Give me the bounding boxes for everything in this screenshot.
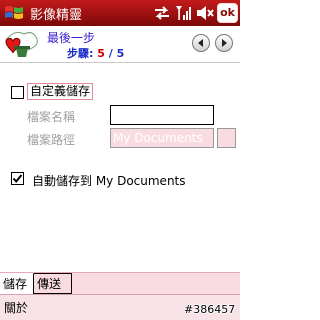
step-separator: / [108,47,113,60]
signal-strength-icon[interactable] [174,4,192,22]
step-label: 步驟: [67,47,94,60]
step-total: 5 [116,47,125,60]
app-title: 影像精靈 [30,8,83,23]
wizard-title: 最後一步 [47,31,96,45]
filepath-input[interactable]: My Documents [110,128,214,148]
filename-label: 檔案名稱 [27,110,76,124]
filename-input[interactable] [110,105,214,125]
checkmark-icon [12,174,23,184]
about-menu-button[interactable]: 關於 [4,299,28,316]
auto-save-checkbox[interactable] [11,172,24,185]
browse-folder-button[interactable] [217,128,236,148]
tab-transfer[interactable]: 傳送 [34,273,72,294]
chevron-left-icon [198,39,203,47]
ok-button[interactable]: ok [217,3,238,23]
title-bar: 影像精靈 ok [0,0,240,26]
auto-save-label[interactable]: 自動儲存到 My Documents [32,172,186,189]
header-divider [0,62,240,63]
custom-save-label[interactable]: 自定義儲存 [27,83,94,100]
tab-save[interactable]: 儲存 [0,273,34,294]
windows-start-icon[interactable] [3,3,25,23]
filepath-label: 檔案路徑 [27,133,76,147]
custom-save-checkbox[interactable] [11,86,24,99]
app-logo-icon [5,31,38,57]
watermark: #386457 [184,303,236,316]
step-current: 5 [97,47,105,60]
sync-arrows-icon[interactable] [153,4,171,22]
next-step-button[interactable] [215,34,233,52]
wizard-header: 最後一步 步驟: 5 / 5 [0,26,240,62]
previous-step-button[interactable] [192,34,210,52]
speaker-muted-icon[interactable] [195,4,215,22]
chevron-right-icon [222,39,227,47]
step-indicator: 步驟: 5 / 5 [67,45,124,61]
